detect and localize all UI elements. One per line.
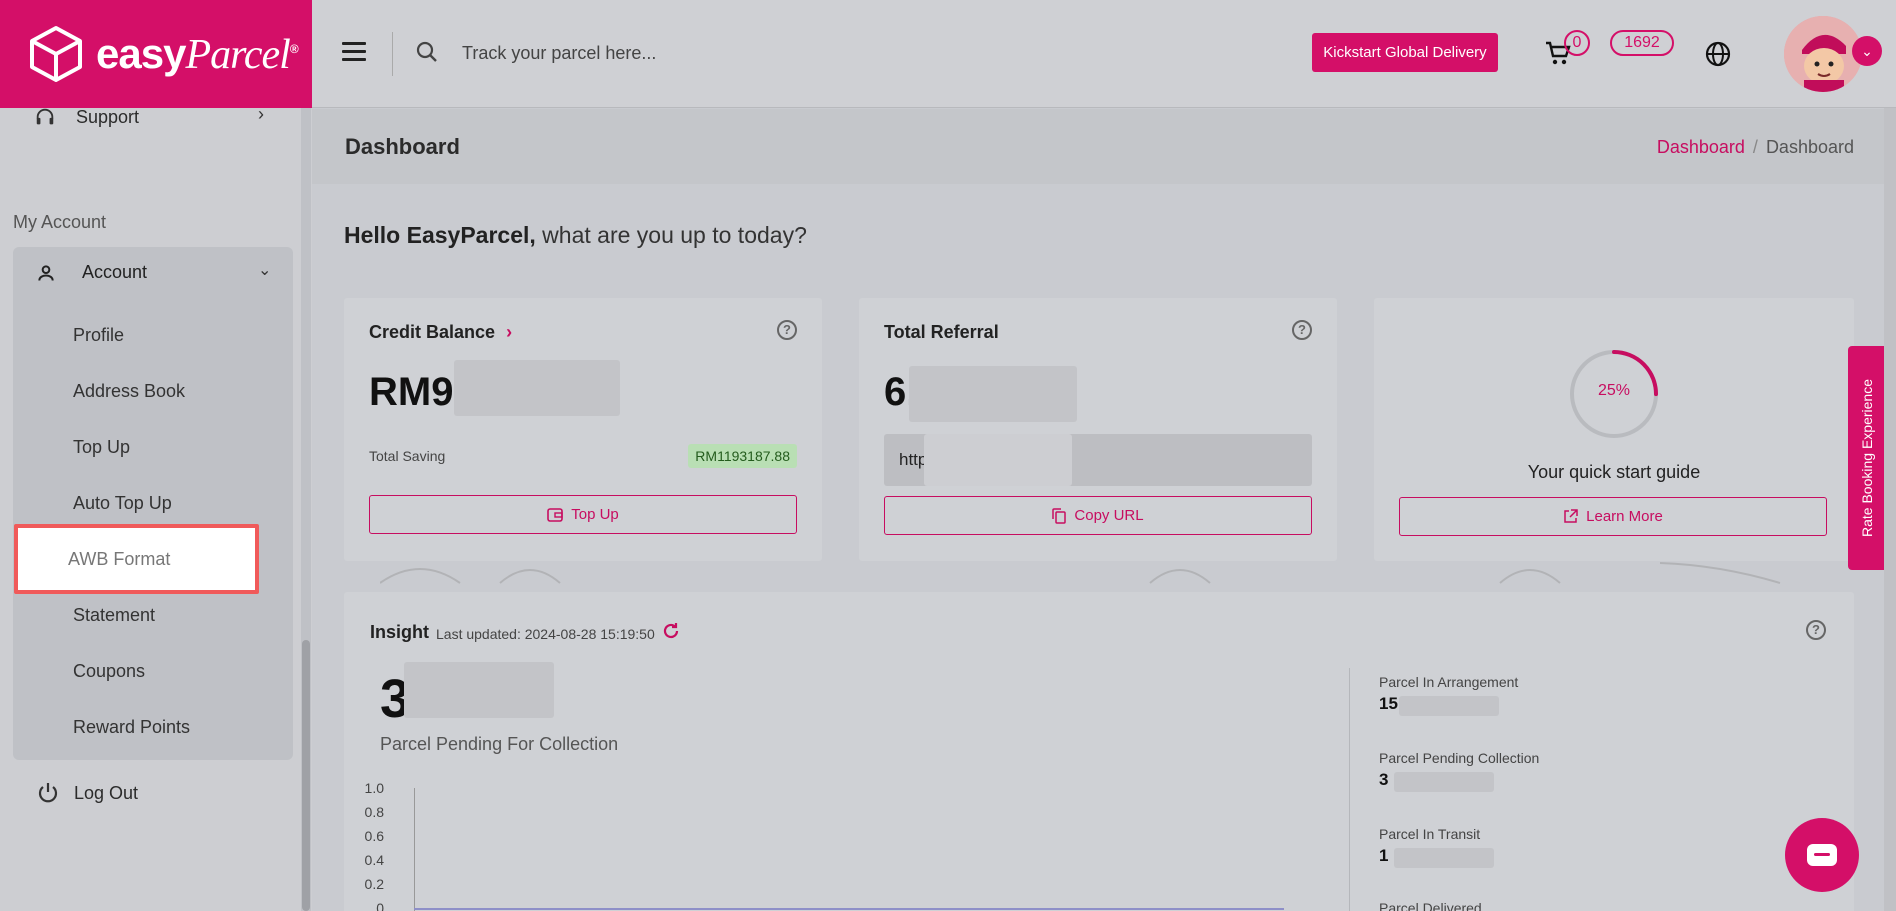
y-tick: 0.8: [364, 804, 384, 820]
insight-title: Insight: [370, 622, 429, 642]
y-tick: 1.0: [364, 780, 384, 796]
redacted-mask: [909, 366, 1077, 422]
sidebar-item-top-up[interactable]: Top Up: [73, 437, 130, 458]
credit-balance-value: RM9: [369, 370, 454, 414]
redacted-mask: [924, 434, 1072, 486]
mascot-icon: [1784, 16, 1862, 92]
credit-balance-title[interactable]: Credit Balance ›: [369, 322, 512, 343]
breadcrumb-current: Dashboard: [1765, 137, 1854, 157]
refresh-icon[interactable]: [662, 622, 680, 640]
redacted-mask: [1394, 848, 1494, 868]
chat-icon: [1807, 844, 1837, 866]
copy-icon: [1052, 507, 1067, 524]
breadcrumb-link[interactable]: Dashboard: [1657, 137, 1745, 157]
help-icon[interactable]: ?: [1292, 320, 1312, 340]
stat-value: 15: [1379, 694, 1398, 713]
stat-label: Parcel In Arrangement: [1379, 674, 1519, 690]
copy-url-button[interactable]: Copy URL: [884, 496, 1312, 535]
referral-url-field[interactable]: http: [884, 434, 1312, 486]
headset-icon: [36, 108, 54, 125]
external-link-icon: [1564, 509, 1578, 523]
progress-label: 25%: [1597, 382, 1631, 399]
redacted-mask: [454, 360, 620, 416]
avatar[interactable]: [1784, 16, 1862, 92]
stat-label: Parcel Delivered: [1379, 900, 1482, 911]
parcel-pending-label: Parcel Pending For Collection: [380, 734, 619, 754]
help-icon[interactable]: ?: [777, 320, 797, 340]
person-icon: [38, 264, 54, 281]
sidebar-item-label: Support: [76, 106, 140, 127]
sidebar-item-auto-top-up[interactable]: Auto Top Up: [73, 493, 172, 514]
power-icon: [38, 783, 58, 803]
sidebar-item-support[interactable]: Support ›: [34, 104, 264, 128]
y-tick: 0.2: [364, 876, 384, 892]
insight-last-updated: Last updated: 2024-08-28 15:19:50: [436, 626, 655, 642]
quick-start-guide-title: Your quick start guide: [1527, 462, 1701, 482]
total-referral-title: Total Referral: [884, 322, 999, 342]
help-icon[interactable]: ?: [1806, 620, 1826, 640]
chevron-right-icon: ›: [258, 104, 264, 124]
top-header: Kickstart Global Delivery 0 1692 ⌄: [312, 0, 1896, 108]
chevron-down-icon[interactable]: ⌄: [1852, 36, 1882, 66]
sidebar-item-address-book[interactable]: Address Book: [73, 381, 185, 402]
track-parcel-input[interactable]: [462, 38, 962, 68]
sidebar-item-reward-points[interactable]: Reward Points: [73, 717, 190, 738]
logout-button[interactable]: Log Out: [36, 781, 138, 805]
rate-booking-experience-tab[interactable]: Rate Booking Experience: [1848, 346, 1886, 570]
stat-label: Parcel Pending Collection: [1379, 750, 1540, 766]
greeting: Hello EasyParcel, what are you up to tod…: [344, 222, 807, 248]
quick-start-guide-card: 25% Your quick start guide Learn More: [1374, 298, 1854, 561]
search-icon[interactable]: [415, 40, 439, 64]
chevron-right-icon: ›: [506, 322, 513, 342]
header-divider: [392, 32, 393, 76]
sidebar-item-profile[interactable]: Profile: [73, 325, 124, 346]
chat-button[interactable]: [1785, 818, 1859, 892]
y-tick: 0: [376, 900, 384, 911]
learn-more-button[interactable]: Learn More: [1399, 497, 1827, 536]
stat-value: 3: [1379, 770, 1389, 789]
chart-line: [414, 908, 1284, 910]
hamburger-menu-icon[interactable]: [342, 42, 366, 62]
breadcrumb: Dashboard / Dashboard: [1657, 137, 1854, 158]
logo-text: easyParcel®: [96, 29, 299, 78]
cart-count-badge: 0: [1564, 30, 1590, 56]
page-scrollbar[interactable]: [1884, 108, 1896, 911]
redacted-mask: [1399, 696, 1499, 716]
chart-y-axis: [414, 788, 415, 911]
total-saving-label: Total Saving: [369, 448, 446, 464]
credit-balance-card: Credit Balance › ? RM9 Total Saving RM11…: [344, 298, 822, 561]
sidebar-item-label: Account: [82, 262, 148, 282]
sidebar-item-account[interactable]: Account ⌄: [36, 262, 271, 283]
wallet-icon: [547, 507, 564, 522]
total-saving-badge: RM1193187.88: [688, 444, 797, 468]
insight-divider: [1349, 668, 1350, 911]
sidebar-item-statement[interactable]: Statement: [73, 605, 155, 626]
sidebar-item-coupons[interactable]: Coupons: [73, 661, 145, 682]
logout-label: Log Out: [74, 782, 139, 803]
parcel-box-icon: [30, 26, 82, 82]
y-tick: 0.4: [364, 852, 384, 868]
page-header: Dashboard Dashboard / Dashboard: [312, 109, 1884, 184]
notification-count-badge[interactable]: 1692: [1610, 30, 1674, 56]
total-referral-card: Total Referral ? 6. http Copy URL: [859, 298, 1337, 561]
chevron-down-icon: ⌄: [258, 262, 272, 279]
logo[interactable]: easyParcel®: [0, 0, 312, 108]
redacted-mask: [1394, 772, 1494, 792]
sidebar-section-title: My Account: [13, 212, 107, 232]
top-up-button[interactable]: Top Up: [369, 495, 797, 534]
sidebar: easyParcel® Support › My Account Account…: [0, 0, 312, 911]
kickstart-global-delivery-button[interactable]: Kickstart Global Delivery: [1312, 33, 1498, 72]
sidebar-scrollbar-thumb[interactable]: [302, 640, 310, 911]
breadcrumb-separator: /: [1752, 137, 1758, 157]
sidebar-item-label: AWB Format: [68, 548, 171, 569]
insight-card: Insight Last updated: 2024-08-28 15:19:5…: [344, 592, 1854, 911]
y-tick: 0.6: [364, 828, 384, 844]
page-title: Dashboard: [345, 134, 460, 159]
globe-icon[interactable]: [1704, 40, 1732, 68]
rate-booking-label: Rate Booking Experience: [1859, 379, 1875, 537]
redacted-mask: [404, 662, 554, 718]
stat-value: 1: [1379, 846, 1389, 865]
sidebar-item-awb-format[interactable]: AWB Format: [14, 524, 259, 594]
stat-label: Parcel In Transit: [1379, 826, 1481, 842]
